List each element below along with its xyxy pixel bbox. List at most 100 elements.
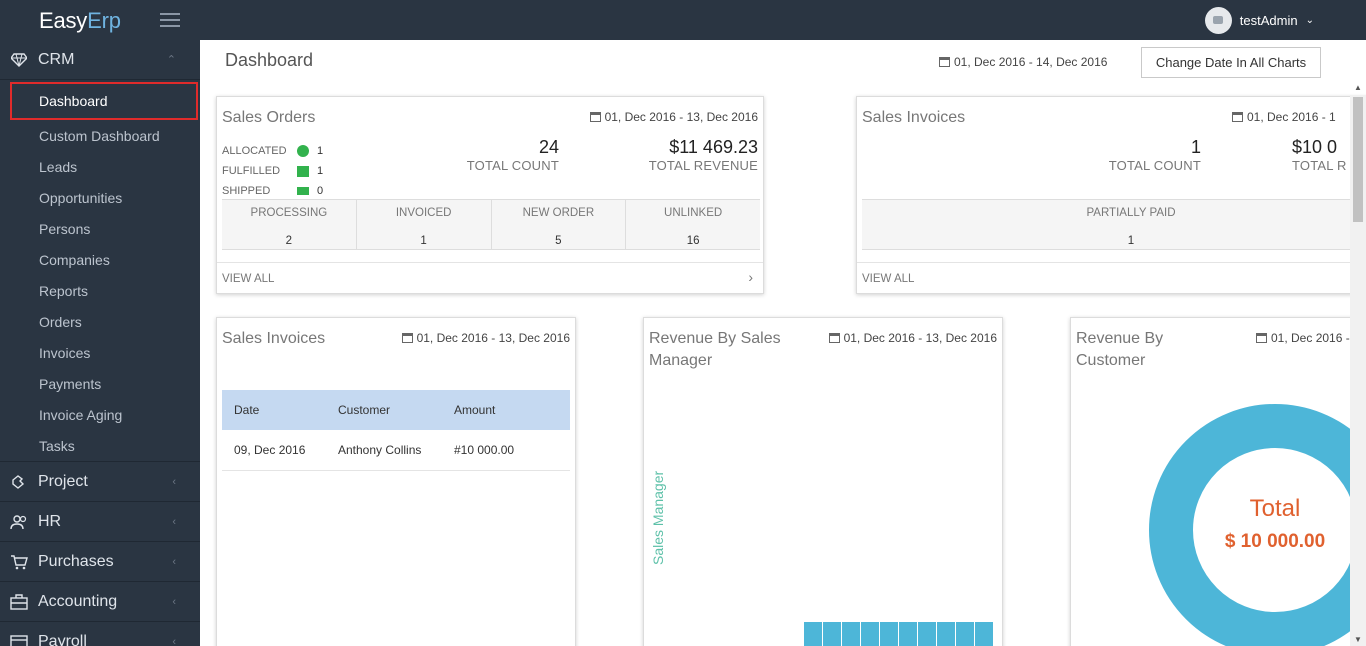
sidebar-item-dashboard[interactable]: Dashboard [10, 82, 198, 120]
donut-chart: Total $ 10 000.00 [1149, 404, 1366, 646]
stage-unlinked[interactable]: UNLINKED 16 [626, 200, 760, 249]
donut-slice[interactable] [1149, 404, 1366, 646]
chart-bar[interactable] [937, 622, 956, 646]
chevron-up-icon: ⌃ [166, 54, 176, 66]
card-title: Revenue By Sales Manager [649, 328, 781, 372]
total-count: 24 TOTAL COUNT [467, 137, 559, 173]
status-value: 1 [317, 145, 324, 157]
column-header-customer[interactable]: Customer [338, 403, 454, 417]
stage-processing[interactable]: PROCESSING 2 [222, 200, 357, 249]
sidebar-item-payments[interactable]: Payments [0, 368, 200, 399]
cell-customer: Anthony Collins [338, 443, 422, 457]
main-content: Dashboard 01, Dec 2016 - 14, Dec 2016 Ch… [200, 40, 1366, 646]
sidebar-item-invoice-aging[interactable]: Invoice Aging [0, 399, 200, 430]
revenue-by-customer-card: Revenue By Customer 01, Dec 2016 - Total … [1070, 317, 1366, 646]
top-bar: EasyErp testAdmin ⌄ [0, 0, 1366, 40]
card-title-line-2: Manager [649, 352, 713, 369]
view-all-link[interactable]: VIEW ALL [862, 273, 914, 285]
user-menu[interactable]: testAdmin ⌄ [1204, 5, 1314, 35]
card-date-range[interactable]: 01, Dec 2016 - 13, Dec 2016 [589, 110, 758, 124]
sidebar-section-payroll[interactable]: Payroll ‹ [0, 622, 200, 646]
stage-label: INVOICED [395, 207, 452, 219]
card-date-range[interactable]: 01, Dec 2016 - 1 [1232, 110, 1336, 124]
diamond-icon [10, 51, 28, 69]
total-revenue-value: $11 469.23 [669, 137, 758, 157]
sidebar-item-companies[interactable]: Companies [0, 244, 200, 275]
calendar-icon [939, 57, 950, 67]
sidebar-section-label: Payroll [38, 632, 87, 646]
chevron-right-icon[interactable]: › [748, 269, 753, 285]
sidebar-section-project[interactable]: Project ‹ [0, 462, 200, 502]
scroll-up-icon[interactable]: ▲ [1354, 83, 1362, 92]
card-date-text: 01, Dec 2016 - [1271, 331, 1350, 345]
sidebar-section-crm[interactable]: CRM ⌃ [0, 40, 200, 80]
column-header-amount[interactable]: Amount [454, 403, 570, 417]
status-allocated: ALLOCATED 1 [222, 141, 323, 161]
chevron-left-icon: ‹ [172, 555, 176, 568]
chart-bar[interactable] [842, 622, 861, 646]
card-title-line-1: Revenue By [1076, 330, 1164, 347]
sidebar-item-invoices[interactable]: Invoices [0, 337, 200, 368]
briefcase-icon [10, 593, 28, 611]
global-date-range[interactable]: 01, Dec 2016 - 14, Dec 2016 [939, 55, 1107, 69]
chevron-left-icon: ‹ [172, 515, 176, 528]
calendar-icon [1256, 333, 1267, 343]
sidebar-item-opportunities[interactable]: Opportunities [0, 182, 200, 213]
donut-center-label: Total [1250, 495, 1301, 522]
card-icon [10, 633, 28, 646]
sidebar-section-purchases[interactable]: Purchases ‹ [0, 542, 200, 582]
sidebar-section-accounting[interactable]: Accounting ‹ [0, 582, 200, 622]
chart-bar[interactable] [880, 622, 899, 646]
column-header-date[interactable]: Date [222, 403, 338, 417]
card-title: Revenue By Customer [1076, 328, 1163, 372]
stage-label: NEW ORDER [522, 207, 595, 219]
stage-value: 5 [555, 235, 562, 247]
sidebar-item-persons[interactable]: Persons [0, 213, 200, 244]
sidebar-section-label: Project [38, 472, 88, 490]
card-date-range[interactable]: 01, Dec 2016 - 13, Dec 2016 [828, 331, 997, 345]
check-circle-icon [297, 145, 309, 157]
stage-new-order[interactable]: NEW ORDER 5 [492, 200, 627, 249]
sidebar-section-hr[interactable]: HR ‹ [0, 502, 200, 542]
chevron-left-icon: ‹ [172, 475, 176, 488]
chart-bar[interactable] [956, 622, 975, 646]
view-all-link[interactable]: VIEW ALL [222, 273, 274, 285]
users-icon [10, 513, 28, 531]
sidebar-item-reports[interactable]: Reports [0, 275, 200, 306]
chart-bar[interactable] [823, 622, 842, 646]
scrollbar-thumb[interactable] [1353, 97, 1363, 222]
sidebar-item-tasks[interactable]: Tasks [0, 430, 200, 461]
total-revenue: $11 469.23 TOTAL REVENUE [649, 137, 758, 173]
chart-bar[interactable] [899, 622, 918, 646]
card-title: Sales Invoices [222, 330, 326, 347]
status-shipped: SHIPPED 0 [222, 181, 323, 201]
card-date-text: 01, Dec 2016 - 13, Dec 2016 [843, 331, 997, 345]
stage-label: UNLINKED [664, 207, 723, 219]
sidebar-item-leads[interactable]: Leads [0, 151, 200, 182]
total-revenue-label: TOTAL R [1292, 158, 1347, 173]
stage-invoiced[interactable]: INVOICED 1 [357, 200, 492, 249]
table-header: Date Customer Amount [222, 390, 570, 430]
total-revenue: $10 0 TOTAL R [1292, 137, 1347, 173]
vertical-scrollbar[interactable]: ▲ ▼ [1350, 83, 1366, 646]
status-fulfilled: FULFILLED 1 [222, 161, 323, 181]
user-name: testAdmin [1239, 12, 1298, 28]
card-date-range[interactable]: 01, Dec 2016 - 13, Dec 2016 [401, 331, 570, 345]
menu-toggle-icon[interactable] [160, 13, 180, 27]
change-date-button[interactable]: Change Date In All Charts [1141, 47, 1321, 78]
invoice-stage-grid: PARTIALLY PAID 1 [862, 199, 1366, 250]
total-count-value: 24 [538, 137, 559, 157]
chart-bar[interactable] [804, 622, 823, 646]
sidebar-item-orders[interactable]: Orders [0, 306, 200, 337]
chart-bar[interactable] [975, 622, 994, 646]
total-count-value: 1 [1190, 137, 1201, 157]
card-date-range[interactable]: 01, Dec 2016 - [1256, 331, 1350, 345]
scroll-down-icon[interactable]: ▼ [1354, 635, 1362, 644]
chart-bar[interactable] [918, 622, 937, 646]
chart-bar[interactable] [861, 622, 880, 646]
app-logo[interactable]: EasyErp [39, 8, 121, 34]
stage-partially-paid[interactable]: PARTIALLY PAID 1 [862, 200, 1366, 249]
table-row[interactable]: 09, Dec 2016 Anthony Collins #10 000.00 [222, 430, 570, 471]
sidebar-item-custom-dashboard[interactable]: Custom Dashboard [0, 120, 200, 151]
status-label: FULFILLED [222, 165, 281, 177]
